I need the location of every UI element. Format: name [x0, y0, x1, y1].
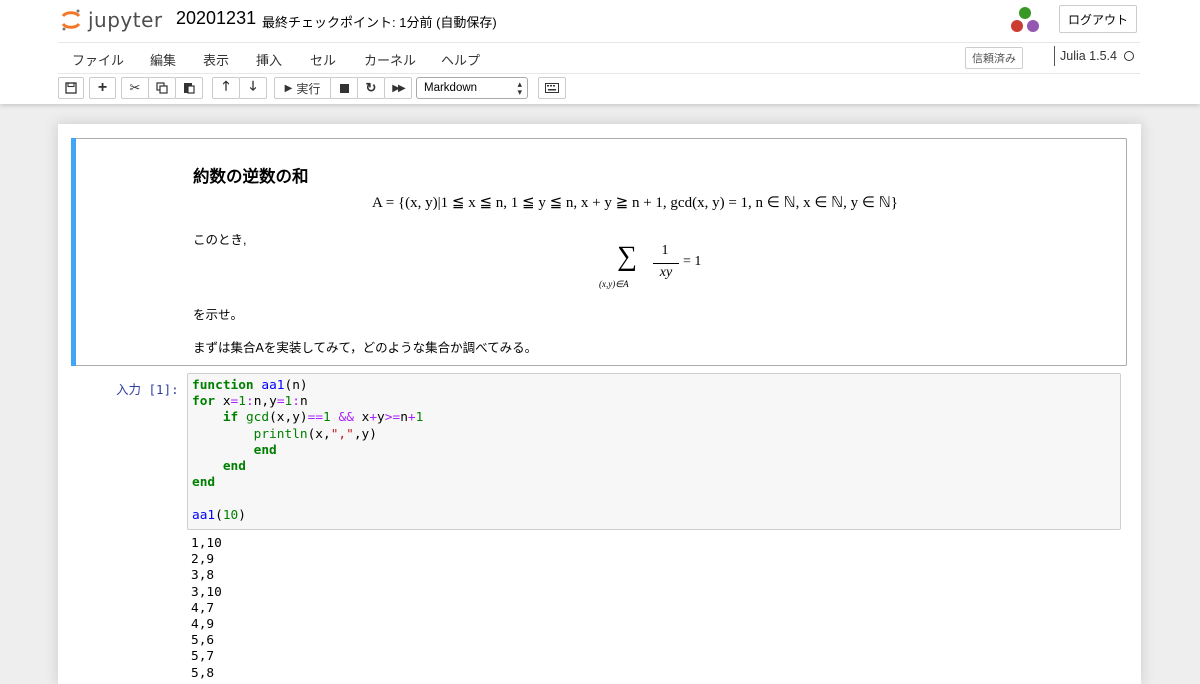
save-icon: [65, 82, 77, 94]
output-line: 5,7: [191, 649, 215, 665]
kernel-name[interactable]: Julia 1.5.4: [1060, 49, 1117, 63]
menu-kernel[interactable]: カーネル: [364, 50, 416, 69]
play-icon: ▶: [284, 82, 293, 94]
copy-button[interactable]: [148, 77, 176, 99]
select-arrows-icon: ▴ ▾: [517, 79, 522, 97]
jupyter-logo[interactable]: jupyter: [60, 6, 163, 34]
menu-view[interactable]: 表示: [203, 50, 229, 69]
scissors-icon: ✂: [129, 80, 141, 95]
menu-edit[interactable]: 編集: [150, 50, 176, 69]
output-line: 1,10: [191, 536, 222, 551]
menu-help[interactable]: ヘルプ: [441, 50, 480, 69]
menu-insert[interactable]: 挿入: [256, 50, 282, 69]
kernel-idle-indicator-icon: [1124, 51, 1134, 61]
interrupt-button[interactable]: [330, 77, 358, 99]
insert-cell-button[interactable]: +: [89, 77, 116, 99]
output-line: 3,10: [191, 584, 222, 600]
logo-text: jupyter: [88, 8, 163, 32]
stop-icon: [339, 83, 349, 93]
selected-cell-indicator: [71, 138, 76, 366]
trusted-badge[interactable]: 信頼済み: [965, 47, 1023, 69]
cell-type-select[interactable]: Markdown ▴ ▾: [416, 77, 528, 99]
markdown-paragraph-2: を示せ。: [193, 308, 244, 322]
run-button[interactable]: ▶ 実行: [274, 77, 331, 99]
output-line: 5,8: [191, 665, 215, 681]
output-line: 4,7: [191, 600, 215, 616]
equation-rhs: = 1: [683, 254, 702, 269]
input-prompt: 入力 [1]:: [116, 382, 179, 397]
notebook-name[interactable]: 20201231: [176, 8, 256, 29]
logout-button[interactable]: ログアウト: [1059, 5, 1137, 33]
kernel-separator: [1054, 46, 1055, 66]
paste-icon: [184, 83, 195, 94]
markdown-paragraph-3: まずは集合Aを実装してみて，どのような集合か調べてみる。: [193, 341, 538, 355]
arrow-down-icon: 🡓: [249, 78, 257, 93]
checkpoint-status: 最終チェックポイント: 1分前 (自動保存): [262, 15, 497, 30]
output-line: 3,8: [191, 568, 215, 584]
sum-subscript: (x,y)∈A: [599, 279, 629, 289]
output-line: 4,9: [191, 617, 215, 633]
fraction-bar: [653, 263, 679, 264]
menu-file[interactable]: ファイル: [72, 50, 124, 69]
save-button[interactable]: [58, 77, 84, 99]
plus-icon: +: [97, 79, 108, 96]
keyboard-icon: [545, 83, 559, 93]
fraction-numerator: 1: [661, 243, 669, 258]
move-up-button[interactable]: 🡑: [212, 77, 240, 99]
set-definition-equation: A = {(x, y)|1 ≦ x ≦ n, 1 ≦ y ≦ n, x + y …: [372, 195, 898, 211]
cell-output: 1,10 2,9 3,8 3,10 4,7 4,9 5,6 5,7 5,8: [191, 536, 222, 682]
sigma-symbol: ∑: [617, 241, 637, 272]
paste-button[interactable]: [175, 77, 203, 99]
header: jupyter 20201231 最終チェックポイント: 1分前 (自動保存) …: [0, 0, 1200, 104]
code-editor[interactable]: function aa1(n) for x=1:n,y=1:n if gcd(x…: [187, 373, 1121, 530]
sum-equation: ∑ (x,y)∈A 1 xy = 1: [599, 241, 702, 303]
restart-run-all-button[interactable]: ▶▶: [384, 77, 412, 99]
output-line: 2,9: [191, 552, 215, 568]
code-source[interactable]: function aa1(n) for x=1:n,y=1:n if gcd(x…: [192, 378, 423, 524]
arrow-up-icon: 🡑: [222, 78, 230, 93]
run-label: 実行: [296, 81, 321, 96]
copy-icon: [156, 82, 168, 94]
cut-button[interactable]: ✂: [121, 77, 149, 99]
menu-cell[interactable]: セル: [310, 50, 336, 69]
restart-button[interactable]: ↻: [357, 77, 385, 99]
fraction-denominator: xy: [659, 265, 673, 280]
markdown-heading: 約数の逆数の和: [193, 168, 309, 186]
markdown-paragraph-1: このとき,: [193, 233, 247, 247]
markdown-cell-selected[interactable]: 約数の逆数の和 A = {(x, y)|1 ≦ x ≦ n, 1 ≦ y ≦ n…: [71, 138, 1127, 366]
restart-icon: ↻: [365, 80, 377, 95]
command-palette-button[interactable]: [538, 77, 566, 99]
move-down-button[interactable]: 🡓: [239, 77, 267, 99]
notebook-container: 約数の逆数の和 A = {(x, y)|1 ≦ x ≦ n, 1 ≦ y ≦ n…: [58, 124, 1141, 684]
output-line: 5,6: [191, 633, 215, 649]
jupyter-logo-icon: [61, 9, 81, 31]
fast-forward-icon: ▶▶: [392, 82, 405, 94]
cell-type-value: Markdown: [424, 82, 478, 94]
julia-kernel-logo-icon: [1011, 7, 1039, 32]
